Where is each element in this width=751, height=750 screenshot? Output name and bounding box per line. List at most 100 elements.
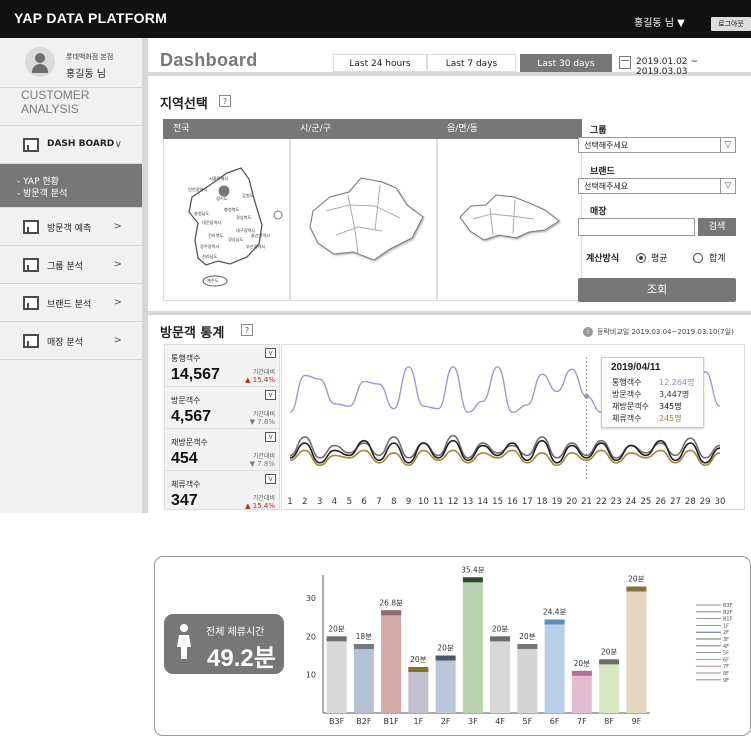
x-tick-label: 24 [626,497,637,507]
x-tick-label: 8 [391,497,396,507]
x-tick-label: 5F [523,717,533,726]
calc-method-label: 계산방식 [586,254,620,264]
x-tick-label: 12 [448,497,459,507]
bar-B1F[interactable] [381,610,402,713]
x-tick-label: 11 [433,497,444,507]
sidebar-item-group-analysis[interactable]: 그룹 분석 > [0,246,142,284]
stat-passing-visitors: 통행객수 14,567 기간대비 ▲ 15.4% V [165,345,279,387]
y-tick-label: 20 [306,632,316,641]
store-label: 매장 [590,207,607,217]
date-range[interactable]: 2019.01.02 ~ 2019.03.03 [636,57,751,77]
region-label: 경상북도 [236,214,252,221]
bar-6F[interactable] [544,619,565,713]
brand-select[interactable]: 선택해주세요 ▽ [578,178,736,194]
sidebar-item-label: 방문객 예측 [47,224,92,234]
group-select-value: 선택해주세요 [584,141,629,150]
region-label: 경기도 [216,195,228,202]
calendar-icon[interactable] [619,56,631,69]
map-column-town: 읍/면/동 [437,119,582,139]
bar-cap [462,577,483,583]
x-tick-label: 27 [670,497,681,507]
region-label: 강원도 [242,192,254,198]
bar-1F[interactable] [408,667,429,713]
bar-8F[interactable] [599,659,620,713]
bar-data-label: 20분 [437,644,454,653]
average-radio[interactable] [636,253,646,263]
x-tick-label: B1F [384,717,400,726]
store-name: 롯데백화점 본점 [66,53,114,61]
stat-value: 347 [171,492,198,509]
bar-4F[interactable] [490,636,511,713]
chevron-right-icon: > [113,221,122,232]
group-select[interactable]: 선택해주세요 ▽ [578,137,736,153]
town-map[interactable] [437,139,582,301]
stat-compare-label: 기간대비 [252,369,275,376]
bar-cap [599,659,620,665]
top-bar: YAP DATA PLATFORM 홍길동 님 ▼ 로그아웃 [0,0,751,38]
bar-data-label: 20분 [601,647,618,656]
bar-cap [326,636,347,642]
app-brand[interactable]: YAP DATA PLATFORM [14,10,167,26]
region-label: 충청북도 [224,206,240,213]
expand-icon[interactable]: V [265,390,276,400]
logout-button[interactable]: 로그아웃 [711,17,751,31]
stat-compare-label: 기간대비 [252,495,275,502]
sum-label: 합계 [709,254,726,264]
tooltip-label: 통행객수 [612,378,642,387]
bar-9F[interactable] [626,586,647,714]
x-tick-label: 29 [700,497,711,507]
legend-label: 3F [723,637,729,643]
bar-data-label: 20분 [519,632,536,641]
sum-radio[interactable] [693,253,703,263]
sidebar-item-visitor-forecast[interactable]: 방문객 예측 > [0,208,142,246]
chart-icon [23,296,39,310]
tooltip-label: 재방문객수 [612,402,649,411]
x-tick-label: 13 [463,497,474,507]
range-7d-button[interactable]: Last 7 days [427,54,516,72]
region-label: 광주광역시 [200,243,219,250]
store-input[interactable] [578,218,695,236]
user-menu[interactable]: 홍길동 님 ▼ [634,14,685,29]
region-selection: 지역선택 ? 전국 시/군/구 읍/면/동 서울특별시 인천광역시 강원도 경기… [148,83,751,315]
bar-B2F[interactable] [353,644,374,713]
query-button[interactable]: 조회 [578,278,736,302]
sidebar-item-dashboard[interactable]: DASH BOARD ∨ [0,126,142,164]
expand-icon[interactable]: V [265,432,276,442]
expand-icon[interactable]: V [265,474,276,484]
x-tick-label: B3F [329,717,345,726]
sidebar-item-store-analysis[interactable]: 매장 분석 > [0,322,142,360]
x-tick-label: 26 [655,497,666,507]
help-icon[interactable]: ? [241,324,253,336]
submenu-yap-status[interactable]: - YAP 현황 [17,176,142,188]
total-dwell-value: 49.2분 [207,645,276,672]
x-tick-label: 22 [596,497,607,507]
bar-3F[interactable] [462,577,483,713]
stat-value: 14,567 [171,366,220,383]
bar-5F[interactable] [517,644,538,713]
range-24h-button[interactable]: Last 24 hours [333,54,427,72]
sidebar-item-brand-analysis[interactable]: 브랜드 분석 > [0,284,142,322]
bar-B3F[interactable] [326,636,347,713]
chevron-right-icon: > [113,335,122,346]
bar-data-label: 20분 [410,655,427,664]
district-map[interactable] [290,139,437,301]
brand-label: 브랜드 [590,167,615,177]
chart-tooltip: 2019/04/11 통행객수 12,264명 방문객수 3,447명 재방문객… [601,357,704,428]
x-tick-label: 28 [685,497,696,507]
help-icon[interactable]: ? [219,95,231,107]
bar-2F[interactable] [435,655,456,714]
range-30d-button[interactable]: Last 30 days [520,54,612,72]
x-tick-label: 4F [495,717,505,726]
search-button[interactable]: 검색 [698,218,736,236]
chart-icon [23,220,39,234]
person-icon [177,624,191,659]
chevron-right-icon: > [113,297,122,308]
expand-icon[interactable]: V [265,348,276,358]
x-tick-label: 10 [418,497,429,507]
stat-compare-label: 기간대비 [252,411,275,418]
dashboard-header: Dashboard Last 24 hours Last 7 days Last… [148,38,751,77]
national-map[interactable]: 서울특별시 인천광역시 강원도 경기도 충청북도 충청남도 경상북도 대전광역시… [163,139,290,301]
bar-7F[interactable] [571,670,592,713]
legend-label: B3F [723,603,733,609]
submenu-visitor-analysis[interactable]: - 방문객 분석 [17,188,142,200]
